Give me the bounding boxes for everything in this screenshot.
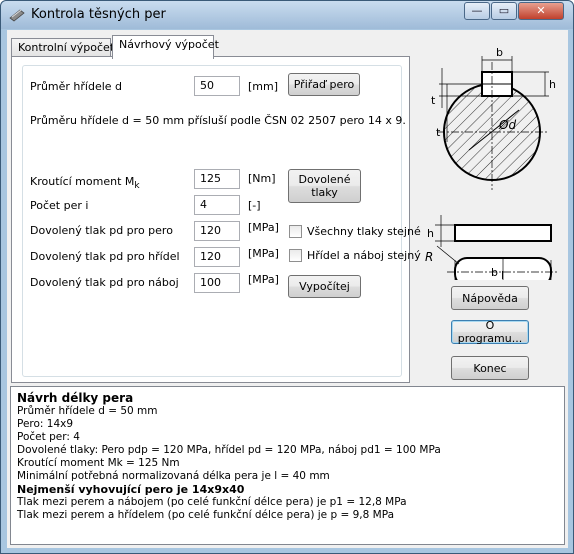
dim-key-h-label: h — [427, 227, 434, 240]
result-line: Kroutící moment Mk = 125 Nm — [17, 457, 180, 469]
shaft-diameter-label: Průměr hřídele d — [30, 80, 123, 93]
key-count-unit: [-] — [248, 199, 261, 212]
result-line: Tlak mezi perem a nábojem (po celé funkč… — [17, 496, 407, 508]
result-line: Dovolené tlaky: Pero pdp = 120 MPa, hříd… — [17, 444, 441, 456]
results-heading: Návrh délky pera — [17, 391, 134, 405]
key-side-view — [454, 224, 552, 242]
dim-key-b-label: b — [491, 266, 498, 279]
hub-pressure-input[interactable]: 100 — [194, 273, 240, 293]
result-line: Tlak mezi perem a hřídelem (po celé funk… — [17, 509, 395, 521]
minimize-button[interactable]: — — [464, 2, 490, 20]
key-count-input[interactable]: 4 — [194, 195, 240, 215]
input-group: Průměr hřídele d 50 [mm] Přiřaď pero Prů… — [22, 65, 421, 377]
dim-t1-label: t — [431, 94, 436, 107]
key-pressure-label: Dovolený tlak pd pro pero — [30, 224, 173, 237]
main-window: Kontrola těsných per — ▭ ✕ Kontrolní výp… — [0, 0, 574, 554]
key-pressure-unit: [MPa] — [248, 221, 279, 234]
all-pressures-equal-checkbox[interactable] — [289, 225, 302, 238]
shaft-hub-equal-checkbox[interactable] — [289, 249, 302, 262]
result-line: Minimální potřebná normalizovaná délka p… — [17, 470, 330, 482]
dim-b-label: b — [496, 46, 503, 59]
window-title: Kontrola těsných per — [31, 7, 166, 22]
dim-l-label: l — [501, 269, 504, 280]
result-summary: Nejmenší vyhovující pero je 14x9x40 — [17, 483, 245, 496]
exit-button[interactable]: Konec — [451, 356, 529, 380]
key-drawing: b h t t Ød h R b l — [425, 46, 559, 280]
hub-pressure-label: Dovolený tlak pd pro náboj — [30, 276, 179, 289]
client-area: Kontrolní výpočet Návrhový výpočet Průmě… — [7, 30, 568, 548]
results-output[interactable]: Návrh délky pera Průměr hřídele d = 50 m… — [10, 386, 565, 545]
dim-d-label: Ød — [498, 118, 516, 132]
key-info-text: Průměru hřídele d = 50 mm přísluší podle… — [30, 114, 406, 127]
tab-panel: Průměr hřídele d 50 [mm] Přiřaď pero Prů… — [11, 56, 421, 383]
about-button[interactable]: O programu... — [451, 319, 529, 345]
dim-r-label: R — [425, 250, 433, 264]
shaft-pressure-input[interactable]: 120 — [194, 247, 240, 267]
tab-kontrolni-vypocet[interactable]: Kontrolní výpočet — [11, 38, 114, 58]
assign-key-button[interactable]: Přiřaď pero — [288, 73, 360, 96]
torque-input[interactable]: 125 — [194, 169, 240, 189]
help-button[interactable]: Nápověda — [451, 286, 529, 310]
close-button[interactable]: ✕ — [518, 2, 564, 20]
dim-h-label: h — [549, 78, 556, 91]
all-pressures-equal-label[interactable]: Všechny tlaky stejné — [307, 225, 421, 238]
key-count-label: Počet per i — [30, 199, 89, 212]
shaft-pressure-label: Dovolený tlak pd pro hřídel — [30, 250, 180, 263]
torque-label: Kroutící moment Mk — [30, 175, 140, 192]
shaft-pressure-unit: [MPa] — [248, 247, 279, 260]
result-line: Průměr hřídele d = 50 mm — [17, 405, 158, 417]
shaft-diameter-unit: [mm] — [248, 80, 279, 93]
shaft-diameter-input[interactable]: 50 — [194, 76, 240, 96]
key-pressure-input[interactable]: 120 — [194, 221, 240, 241]
hub-pressure-unit: [MPa] — [248, 273, 279, 286]
dim-t-label: t — [436, 126, 441, 139]
app-icon — [9, 9, 25, 22]
torque-unit: [Nm] — [248, 172, 276, 185]
maximize-button[interactable]: ▭ — [491, 2, 517, 20]
allowed-pressures-button[interactable]: Dovolené tlaky — [288, 169, 361, 203]
calculate-button[interactable]: Vypočítej — [288, 275, 361, 298]
shaft-hub-equal-label[interactable]: Hřídel a náboj stejný — [307, 249, 421, 262]
tab-navrhovy-vypocet[interactable]: Návrhový výpočet — [112, 35, 219, 59]
result-line: Pero: 14x9 — [17, 418, 74, 430]
result-line: Počet per: 4 — [17, 431, 80, 443]
title-bar[interactable]: Kontrola těsných per — ▭ ✕ — [1, 1, 573, 29]
